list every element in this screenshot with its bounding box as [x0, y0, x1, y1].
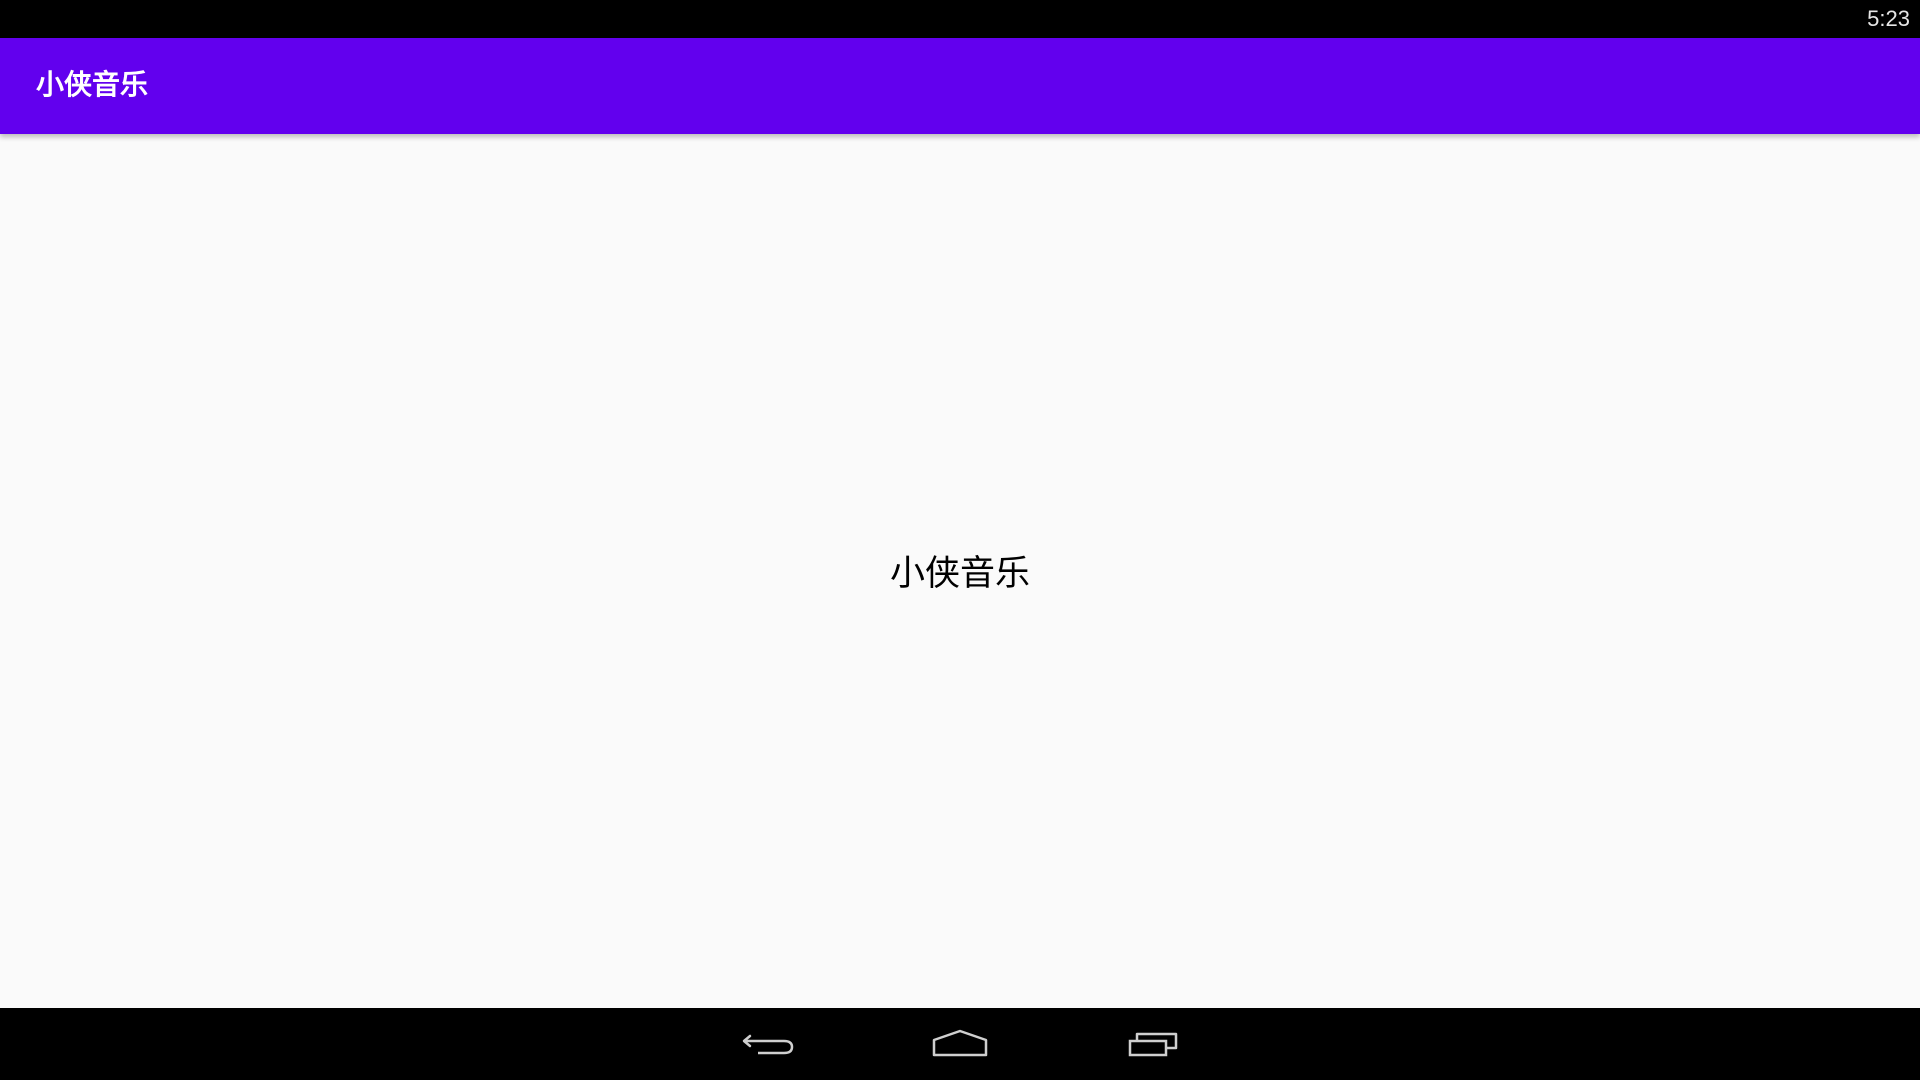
- recents-icon: [1128, 1032, 1178, 1057]
- app-bar: 小侠音乐: [0, 38, 1920, 134]
- main-content: 小侠音乐: [0, 134, 1920, 1008]
- app-title: 小侠音乐: [36, 68, 149, 101]
- navigation-bar: [0, 1008, 1920, 1080]
- recents-button[interactable]: [1104, 1016, 1200, 1072]
- center-label: 小侠音乐: [889, 554, 1030, 594]
- back-button[interactable]: [720, 1016, 816, 1072]
- back-icon: [742, 1034, 794, 1055]
- home-icon: [932, 1029, 988, 1057]
- status-bar: 5:23: [0, 0, 1920, 38]
- home-button[interactable]: [912, 1016, 1008, 1072]
- status-time: 5:23: [1867, 6, 1910, 31]
